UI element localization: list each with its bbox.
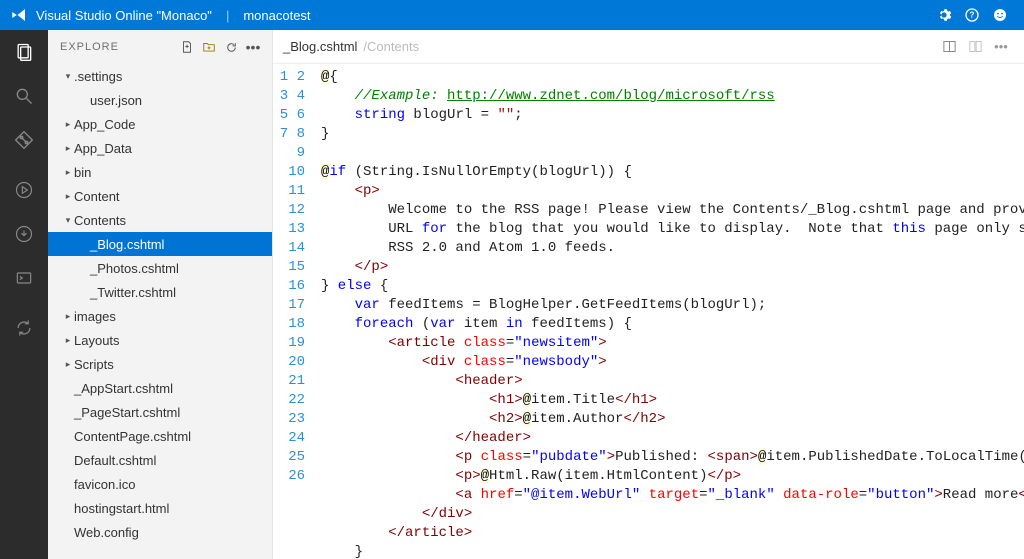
project-name[interactable]: monacotest (243, 8, 310, 23)
twisty-icon: ▸ (62, 143, 74, 154)
tree-label: bin (74, 165, 91, 180)
svg-text:?: ? (970, 11, 975, 20)
activity-explore[interactable] (0, 30, 48, 74)
tree-item[interactable]: ▾Contents (48, 208, 272, 232)
tree-item[interactable]: _Photos.cshtml (48, 256, 272, 280)
activity-git[interactable] (0, 118, 48, 162)
tree-label: Scripts (74, 357, 114, 372)
tree-item[interactable]: ▸Scripts (48, 352, 272, 376)
twisty-icon: ▾ (62, 215, 74, 226)
tree-item[interactable]: Default.cshtml (48, 448, 272, 472)
tree-item[interactable]: Web.config (48, 520, 272, 544)
vs-logo-icon (10, 6, 28, 24)
code-content[interactable]: @{ //Example: http://www.zdnet.com/blog/… (315, 64, 1024, 559)
tree-label: _Photos.cshtml (90, 261, 179, 276)
tree-item[interactable]: ▸Content (48, 184, 272, 208)
tree-label: _AppStart.cshtml (74, 381, 173, 396)
activity-sync[interactable] (0, 306, 48, 350)
tree-label: Web.config (74, 525, 139, 540)
tree-item[interactable]: ▸App_Data (48, 136, 272, 160)
tree-item[interactable]: hostingstart.html (48, 496, 272, 520)
twisty-icon: ▾ (62, 71, 74, 82)
top-bar: Visual Studio Online "Monaco" | monacote… (0, 0, 1024, 30)
tree-item[interactable]: _AppStart.cshtml (48, 376, 272, 400)
new-folder-icon[interactable] (198, 36, 220, 58)
settings-button[interactable] (930, 1, 958, 29)
tree-label: Contents (74, 213, 126, 228)
editor-pane: _Blog.cshtml /Contents ••• 1 2 3 4 5 6 7… (273, 30, 1024, 559)
tree-label: hostingstart.html (74, 501, 169, 516)
tree-item[interactable]: _Twitter.cshtml (48, 280, 272, 304)
tree-item[interactable]: _PageStart.cshtml (48, 400, 272, 424)
tree-label: Default.cshtml (74, 453, 156, 468)
code-area[interactable]: 1 2 3 4 5 6 7 8 9 10 11 12 13 14 15 16 1… (273, 64, 1024, 559)
tree-label: App_Data (74, 141, 132, 156)
explorer-sidebar: EXPLORE ••• ▾.settingsuser.json▸App_Code… (48, 30, 273, 559)
twisty-icon: ▸ (62, 311, 74, 322)
tree-item[interactable]: ▸images (48, 304, 272, 328)
editor-tab-bar: _Blog.cshtml /Contents ••• (273, 30, 1024, 64)
activity-search[interactable] (0, 74, 48, 118)
editor-more-icon[interactable]: ••• (988, 34, 1014, 60)
twisty-icon: ▸ (62, 167, 74, 178)
title-separator: | (226, 8, 229, 23)
twisty-icon: ▸ (62, 119, 74, 130)
twisty-icon: ▸ (62, 335, 74, 346)
file-tree: ▾.settingsuser.json▸App_Code▸App_Data▸bi… (48, 64, 272, 559)
tab-folder: /Contents (363, 39, 419, 54)
tree-item[interactable]: ContentPage.cshtml (48, 424, 272, 448)
tree-label: _Blog.cshtml (90, 237, 164, 252)
tree-item[interactable]: favicon.ico (48, 472, 272, 496)
twisty-icon: ▸ (62, 359, 74, 370)
tree-label: .settings (74, 69, 122, 84)
tree-item[interactable]: _Blog.cshtml (48, 232, 272, 256)
tree-label: Content (74, 189, 120, 204)
sidebar-title: EXPLORE (60, 41, 176, 53)
sidebar-header: EXPLORE ••• (48, 30, 272, 64)
tree-label: _PageStart.cshtml (74, 405, 180, 420)
help-button[interactable]: ? (958, 1, 986, 29)
refresh-icon[interactable] (220, 36, 242, 58)
line-gutter: 1 2 3 4 5 6 7 8 9 10 11 12 13 14 15 16 1… (273, 64, 315, 559)
tree-item[interactable]: ▸bin (48, 160, 272, 184)
twisty-icon: ▸ (62, 191, 74, 202)
tree-label: favicon.ico (74, 477, 135, 492)
activity-bar (0, 30, 48, 559)
toggle-diff-icon[interactable] (962, 34, 988, 60)
tab-filename[interactable]: _Blog.cshtml (283, 39, 357, 54)
tree-item[interactable]: user.json (48, 88, 272, 112)
split-editor-icon[interactable] (936, 34, 962, 60)
feedback-button[interactable] (986, 1, 1014, 29)
activity-run[interactable] (0, 168, 48, 212)
tree-item[interactable]: ▸App_Code (48, 112, 272, 136)
tree-item[interactable]: ▾.settings (48, 64, 272, 88)
activity-console[interactable] (0, 256, 48, 300)
tree-label: ContentPage.cshtml (74, 429, 191, 444)
app-title: Visual Studio Online "Monaco" (36, 8, 212, 23)
new-file-icon[interactable] (176, 36, 198, 58)
tree-label: Layouts (74, 333, 120, 348)
tree-item[interactable]: ▸Layouts (48, 328, 272, 352)
tree-label: user.json (90, 93, 142, 108)
activity-output[interactable] (0, 212, 48, 256)
tree-label: App_Code (74, 117, 135, 132)
tree-label: _Twitter.cshtml (90, 285, 176, 300)
tree-label: images (74, 309, 116, 324)
more-icon[interactable]: ••• (242, 36, 264, 58)
